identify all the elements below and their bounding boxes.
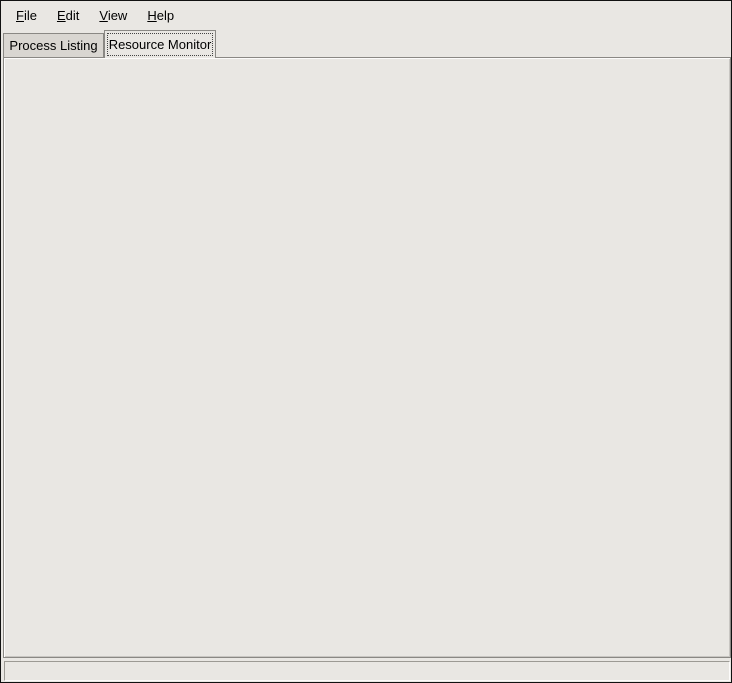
status-bar: [4, 661, 730, 681]
menu-view[interactable]: View: [89, 3, 137, 28]
menu-help[interactable]: Help: [137, 3, 184, 28]
menu-file[interactable]: File: [6, 3, 47, 28]
tab-process-listing[interactable]: Process Listing: [3, 33, 104, 57]
menu-edit[interactable]: Edit: [47, 3, 89, 28]
menubar: File Edit View Help: [2, 1, 730, 30]
tab-resource-monitor[interactable]: Resource Monitor: [104, 30, 216, 58]
system-monitor-window: File Edit View Help Process Listing Reso…: [0, 0, 732, 683]
resource-monitor-page: [3, 57, 731, 658]
